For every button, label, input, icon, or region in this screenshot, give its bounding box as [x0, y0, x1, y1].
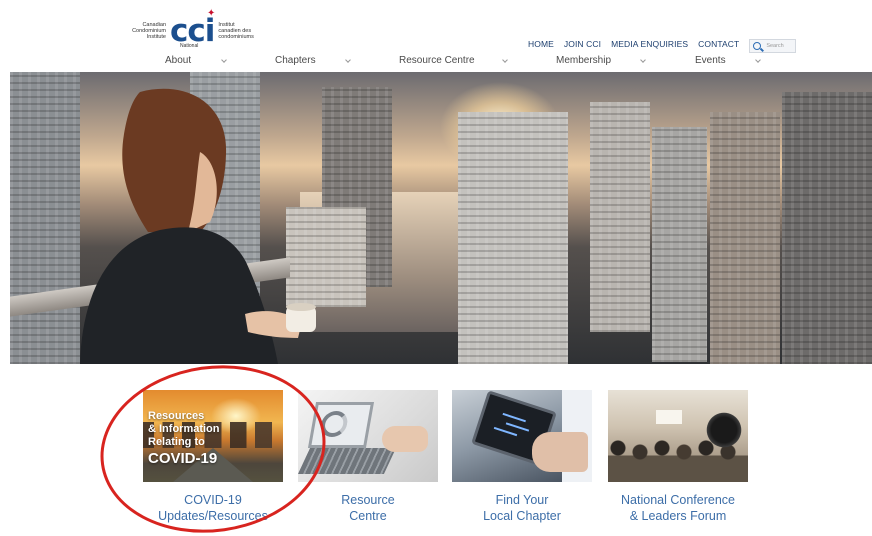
building: [710, 112, 780, 364]
covid-tile-line: & Information: [148, 423, 220, 435]
nav-item-label: About: [165, 55, 192, 66]
logo-french-name: Institut canadien des condominiums: [218, 22, 254, 40]
caption-line: Local Chapter: [483, 509, 561, 523]
tile-caption-covid-19[interactable]: COVID-19 Updates/Resources: [133, 492, 293, 524]
nav-item-events[interactable]: Events: [695, 55, 726, 66]
building: [782, 92, 872, 364]
hero-image: [10, 72, 872, 364]
nav-join-cci-link[interactable]: JOIN CCI: [564, 39, 601, 49]
tile-resource-centre[interactable]: [298, 390, 438, 482]
nav-item-membership[interactable]: Membership: [556, 55, 611, 66]
nav-item-label: Resource Centre: [399, 55, 475, 66]
nav-item-label: Chapters: [275, 55, 316, 66]
covid-tile-line: Relating to: [148, 436, 205, 448]
nav-item-chapters[interactable]: Chapters: [275, 55, 316, 66]
hand: [382, 426, 428, 452]
covid-tile-line: Resources: [148, 410, 205, 422]
caption-line: National Conference: [621, 493, 735, 507]
logo-subtitle: National: [180, 43, 199, 49]
laptop-screen: [307, 402, 375, 448]
nav-media-enquiries-link[interactable]: MEDIA ENQUIRIES: [611, 39, 688, 49]
chevron-down-icon[interactable]: [755, 57, 761, 63]
search-icon[interactable]: [753, 42, 762, 50]
nav-item-resource-centre[interactable]: Resource Centre: [399, 55, 475, 66]
caption-line: COVID-19: [184, 493, 242, 507]
maple-leaf-icon: ✦: [207, 8, 215, 19]
tile-caption-find-chapter[interactable]: Find Your Local Chapter: [442, 492, 602, 524]
woman-with-coffee: [80, 88, 316, 364]
main-nav: About Chapters Resource Centre Membershi…: [0, 55, 872, 71]
tile-find-chapter[interactable]: [452, 390, 592, 482]
nav-home-link[interactable]: HOME: [528, 39, 554, 49]
nav-item-label: Membership: [556, 55, 612, 66]
nav-contact-link[interactable]: CONTACT: [698, 39, 739, 49]
search-placeholder: Search: [766, 43, 784, 49]
caption-line: Find Your: [495, 493, 549, 507]
utility-nav: HOME JOIN CCI MEDIA ENQUIRIES CONTACT Se…: [528, 37, 797, 53]
search-input[interactable]: Search: [749, 39, 797, 53]
camera: [704, 410, 744, 450]
caption-line: Centre: [349, 509, 387, 523]
chevron-down-icon[interactable]: [345, 57, 351, 63]
laptop-keyboard: [298, 448, 397, 474]
logo-english-name: Canadian Condominium Institute: [132, 22, 166, 40]
caption-line: & Leaders Forum: [629, 509, 727, 523]
chevron-down-icon[interactable]: [502, 57, 508, 63]
caption-line: Resource: [341, 493, 395, 507]
tile-caption-resource-centre[interactable]: Resource Centre: [288, 492, 448, 524]
covid-tile-heading: COVID-19: [148, 450, 218, 467]
building: [590, 102, 650, 332]
hand: [532, 432, 588, 472]
tile-national-conference[interactable]: [608, 390, 748, 482]
site-header: Canadian Condominium Institute CCI ✦ Ins…: [0, 0, 872, 72]
tile-caption-national-conference[interactable]: National Conference & Leaders Forum: [598, 492, 758, 524]
building: [458, 112, 568, 364]
nav-item-about[interactable]: About: [165, 55, 191, 66]
chevron-down-icon[interactable]: [640, 57, 646, 63]
chevron-down-icon[interactable]: [221, 57, 227, 63]
nav-item-label: Events: [695, 55, 726, 66]
covid-tile-text: Resources & Information Relating to COVI…: [148, 410, 220, 469]
caption-line: Updates/Resources: [158, 509, 268, 523]
presentation-screen: [656, 410, 682, 424]
tile-covid-19[interactable]: Resources & Information Relating to COVI…: [143, 390, 283, 482]
building: [652, 127, 707, 362]
